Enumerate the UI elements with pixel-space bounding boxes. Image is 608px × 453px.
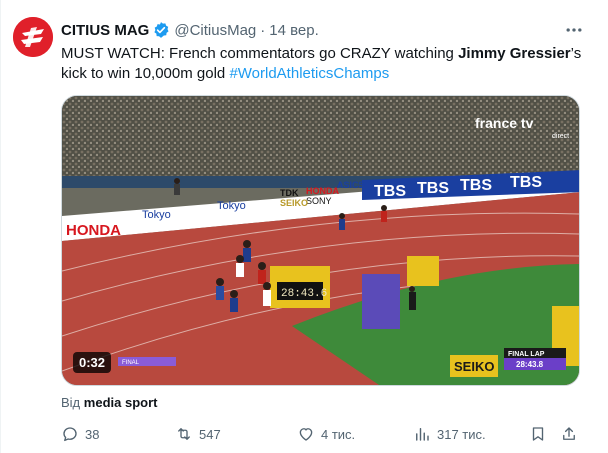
tweet-card[interactable]: CITIUS MAG @CitiusMag · 14 вер. MUST WAT…: [0, 0, 608, 453]
action-bar: 38 547 4 тис. 317 тис.: [61, 424, 591, 444]
video-player[interactable]: TBS TBS TBS TBS HONDA Tokyo Tokyo TDK HO…: [61, 95, 580, 386]
views-button[interactable]: 317 тис.: [413, 424, 486, 444]
overlay-direct: direct: [552, 133, 569, 140]
final-lap-time: 28:43.8: [516, 360, 544, 369]
banner-honda-2: HONDA: [306, 186, 339, 196]
bookmark-icon: [532, 427, 544, 441]
reply-button[interactable]: 38: [61, 424, 99, 444]
like-button[interactable]: 4 тис.: [297, 424, 355, 444]
avatar[interactable]: [13, 17, 53, 57]
share-button[interactable]: [560, 424, 584, 444]
video-duration-badge: 0:32: [73, 352, 112, 373]
banner-tokyo-1: Tokyo: [142, 209, 171, 221]
source-name[interactable]: media sport: [84, 395, 158, 410]
reply-count: 38: [85, 426, 100, 442]
banner-tbs-1: TBS: [374, 183, 406, 200]
share-icon: [563, 427, 575, 440]
tweet-header: CITIUS MAG @CitiusMag · 14 вер.: [61, 20, 319, 40]
seiko-sign: SEIKO: [454, 359, 494, 374]
more-icon[interactable]: [564, 20, 584, 40]
tweet-text-before: MUST WATCH: French commentators go CRAZY…: [61, 45, 459, 62]
tweet-date[interactable]: 14 вер.: [269, 22, 319, 39]
author-handle[interactable]: @CitiusMag: [174, 22, 256, 39]
banner-tdk: TDK: [280, 188, 299, 198]
video-frame: TBS TBS TBS TBS HONDA Tokyo Tokyo TDK HO…: [62, 96, 579, 385]
separator-dot: ·: [260, 21, 266, 39]
banner-sony: SONY: [306, 196, 332, 206]
source-prefix: Від: [61, 395, 81, 410]
banner-tbs-3: TBS: [460, 177, 492, 194]
views-icon: [416, 428, 429, 441]
citius-logo-icon: [13, 17, 53, 57]
final-tag: FINAL: [122, 360, 140, 366]
media-source: Від media sport: [61, 395, 157, 410]
author-name[interactable]: CITIUS MAG: [61, 22, 149, 39]
repost-button[interactable]: 547: [175, 424, 221, 444]
tweet-bold-name: Jimmy Gressier: [458, 45, 571, 62]
banner-tbs-4: TBS: [510, 174, 542, 191]
repost-icon: [178, 428, 190, 440]
verified-badge-icon: [154, 22, 169, 38]
broadcaster-logo: france tv: [475, 115, 534, 131]
banner-asics: ASICS: [337, 180, 365, 190]
bookmark-button[interactable]: [529, 424, 553, 444]
repost-count: 547: [199, 426, 221, 442]
banner-tbs-2: TBS: [417, 180, 449, 197]
views-count: 317 тис.: [437, 426, 486, 442]
final-lap-label: FINAL LAP: [508, 351, 545, 358]
track-clock: 28:43.6: [281, 288, 327, 300]
banner-tokyo-2: Tokyo: [217, 200, 246, 212]
reply-icon: [63, 427, 77, 442]
tweet-text: MUST WATCH: French commentators go CRAZY…: [61, 44, 591, 84]
hashtag-link[interactable]: #WorldAthleticsChamps: [229, 65, 389, 82]
like-icon: [299, 428, 313, 441]
like-count: 4 тис.: [321, 426, 356, 442]
banner-seiko: SEIKO: [280, 198, 308, 208]
